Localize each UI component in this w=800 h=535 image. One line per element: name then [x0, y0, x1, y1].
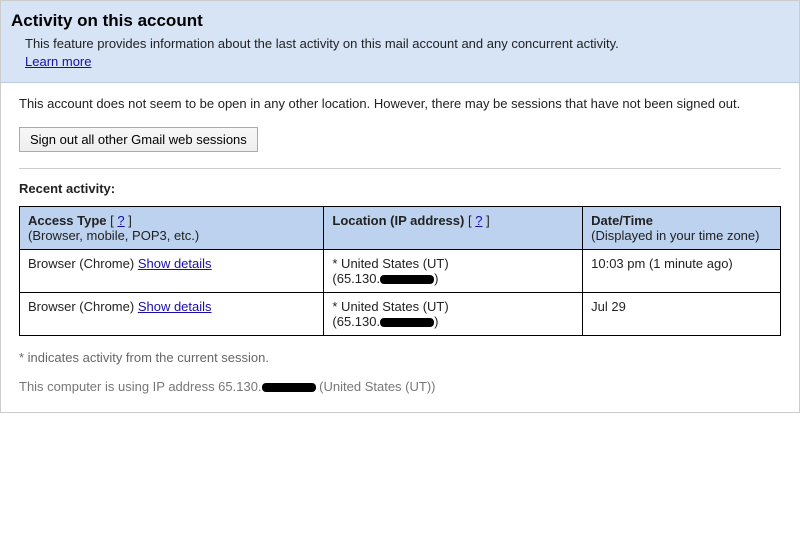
- activity-table-header-row: Access Type [ ? ] (Browser, mobile, POP3…: [20, 207, 781, 250]
- activity-panel: Activity on this account This feature pr…: [0, 0, 800, 413]
- header-band: Activity on this account This feature pr…: [1, 1, 799, 83]
- learn-more-link[interactable]: Learn more: [25, 54, 91, 69]
- date-subtitle: (Displayed in your time zone): [591, 228, 759, 243]
- access-value: Browser (Chrome): [28, 256, 134, 271]
- content-area: This account does not seem to be open in…: [1, 83, 799, 412]
- ip-prefix: (65.130.: [332, 314, 380, 329]
- current-ip-line: This computer is using IP address 65.130…: [19, 379, 781, 394]
- show-details-link[interactable]: Show details: [138, 299, 212, 314]
- cell-location: * United States (UT) (65.130.): [324, 250, 583, 293]
- col-header-date: Date/Time (Displayed in your time zone): [583, 207, 781, 250]
- cell-date: Jul 29: [583, 293, 781, 336]
- cell-date: 10:03 pm (1 minute ago): [583, 250, 781, 293]
- access-type-help-link[interactable]: ?: [117, 213, 124, 228]
- activity-row: Browser (Chrome) Show details * United S…: [20, 293, 781, 336]
- asterisk-note: * indicates activity from the current se…: [19, 350, 781, 365]
- header-description-block: This feature provides information about …: [25, 35, 781, 70]
- ip-redaction: [380, 275, 434, 284]
- location-country: * United States (UT): [332, 256, 448, 271]
- cell-access-type: Browser (Chrome) Show details: [20, 250, 324, 293]
- cell-location: * United States (UT) (65.130.): [324, 293, 583, 336]
- ip-redaction: [262, 383, 316, 392]
- col-header-location: Location (IP address) [ ? ]: [324, 207, 583, 250]
- header-description: This feature provides information about …: [25, 36, 619, 51]
- date-title: Date/Time: [591, 213, 653, 228]
- sign-out-all-button[interactable]: Sign out all other Gmail web sessions: [19, 127, 258, 152]
- ip-suffix: ): [434, 271, 438, 286]
- col-header-access-type: Access Type [ ? ] (Browser, mobile, POP3…: [20, 207, 324, 250]
- divider: [19, 168, 781, 169]
- ip-suffix: ): [434, 314, 438, 329]
- current-ip-prefix: This computer is using IP address 65.130…: [19, 379, 262, 394]
- current-ip-suffix: (United States (UT)): [316, 379, 436, 394]
- activity-table: Access Type [ ? ] (Browser, mobile, POP3…: [19, 206, 781, 336]
- access-type-title: Access Type: [28, 213, 107, 228]
- access-type-subtitle: (Browser, mobile, POP3, etc.): [28, 228, 199, 243]
- activity-row: Browser (Chrome) Show details * United S…: [20, 250, 781, 293]
- location-title: Location (IP address): [332, 213, 464, 228]
- access-value: Browser (Chrome): [28, 299, 134, 314]
- recent-activity-label: Recent activity:: [19, 181, 781, 196]
- location-country: * United States (UT): [332, 299, 448, 314]
- ip-prefix: (65.130.: [332, 271, 380, 286]
- session-status-text: This account does not seem to be open in…: [19, 95, 781, 113]
- page-title: Activity on this account: [11, 11, 781, 31]
- ip-redaction: [380, 318, 434, 327]
- cell-access-type: Browser (Chrome) Show details: [20, 293, 324, 336]
- show-details-link[interactable]: Show details: [138, 256, 212, 271]
